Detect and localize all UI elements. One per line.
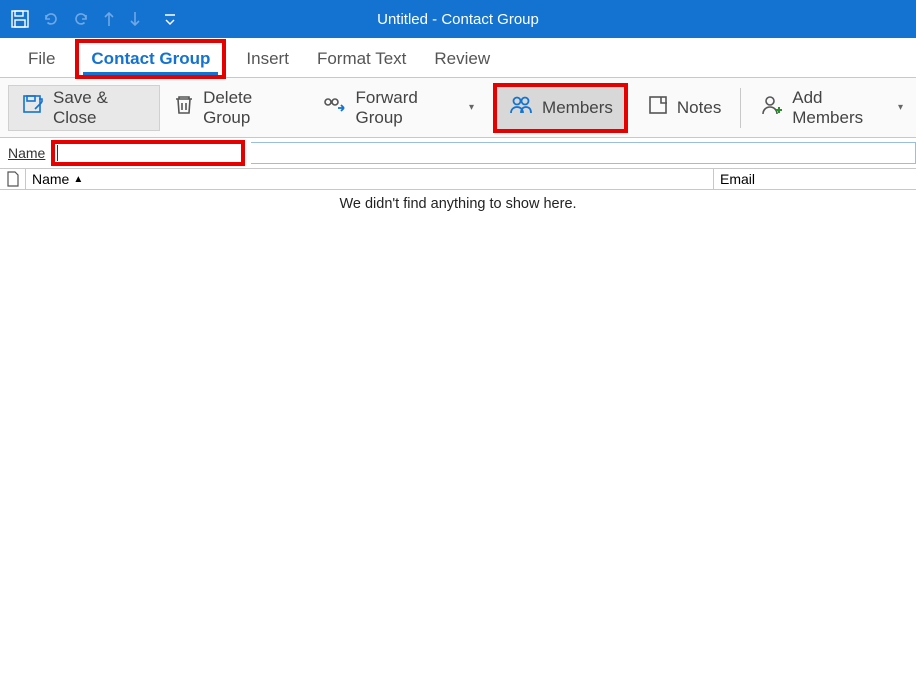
title-bar: Untitled - Contact Group (0, 0, 916, 38)
group-name-row: Name (0, 138, 916, 168)
members-button[interactable]: Members (495, 85, 626, 131)
sort-asc-icon: ▲ (73, 174, 83, 185)
column-header-icon[interactable] (0, 169, 26, 189)
members-label: Members (542, 98, 613, 118)
group-name-label: Name (8, 145, 45, 161)
save-and-close-button[interactable]: Save & Close (8, 85, 160, 131)
column-header-name-label: Name (32, 171, 69, 187)
member-list-headers: Name ▲ Email (0, 168, 916, 190)
notes-icon (647, 94, 669, 121)
undo-icon[interactable] (42, 10, 60, 28)
quick-access-toolbar (0, 0, 176, 38)
ribbon-body: Save & Close Delete Group Forward Group … (0, 78, 916, 138)
group-name-input[interactable] (53, 142, 243, 164)
qat-customize-icon[interactable] (164, 12, 176, 26)
column-header-email[interactable]: Email (714, 169, 916, 189)
trash-icon (173, 93, 195, 122)
ribbon-separator (740, 88, 741, 128)
tab-file[interactable]: File (14, 41, 69, 77)
add-members-icon (760, 94, 784, 121)
notes-button[interactable]: Notes (634, 85, 734, 131)
empty-list-message: We didn't find anything to show here. (0, 190, 916, 212)
member-list: We didn't find anything to show here. (0, 190, 916, 670)
save-and-close-label: Save & Close (53, 88, 147, 128)
delete-group-label: Delete Group (203, 88, 295, 128)
chevron-down-icon: ▾ (469, 102, 474, 113)
arrow-up-icon[interactable] (102, 10, 116, 28)
column-header-email-label: Email (720, 171, 755, 187)
members-icon (508, 94, 534, 121)
save-icon[interactable] (10, 9, 30, 29)
notes-label: Notes (677, 98, 721, 118)
forward-group-label: Forward Group (356, 88, 460, 128)
add-members-label: Add Members (792, 88, 888, 128)
group-name-input-extent[interactable] (251, 142, 916, 164)
tab-contact-group[interactable]: Contact Group (77, 41, 224, 77)
tab-format-text[interactable]: Format Text (303, 41, 420, 77)
save-close-icon (21, 93, 45, 122)
column-header-name[interactable]: Name ▲ (26, 169, 714, 189)
ribbon-tabs: File Contact Group Insert Format Text Re… (0, 38, 916, 78)
arrow-down-icon[interactable] (128, 10, 142, 28)
tab-insert[interactable]: Insert (232, 41, 303, 77)
delete-group-button[interactable]: Delete Group (160, 85, 308, 131)
tab-review[interactable]: Review (420, 41, 504, 77)
add-members-button[interactable]: Add Members ▾ (747, 85, 916, 131)
forward-group-button[interactable]: Forward Group ▾ (309, 85, 488, 131)
redo-icon[interactable] (72, 10, 90, 28)
forward-group-icon (322, 94, 348, 121)
chevron-down-icon: ▾ (898, 102, 903, 113)
page-icon (6, 171, 20, 187)
